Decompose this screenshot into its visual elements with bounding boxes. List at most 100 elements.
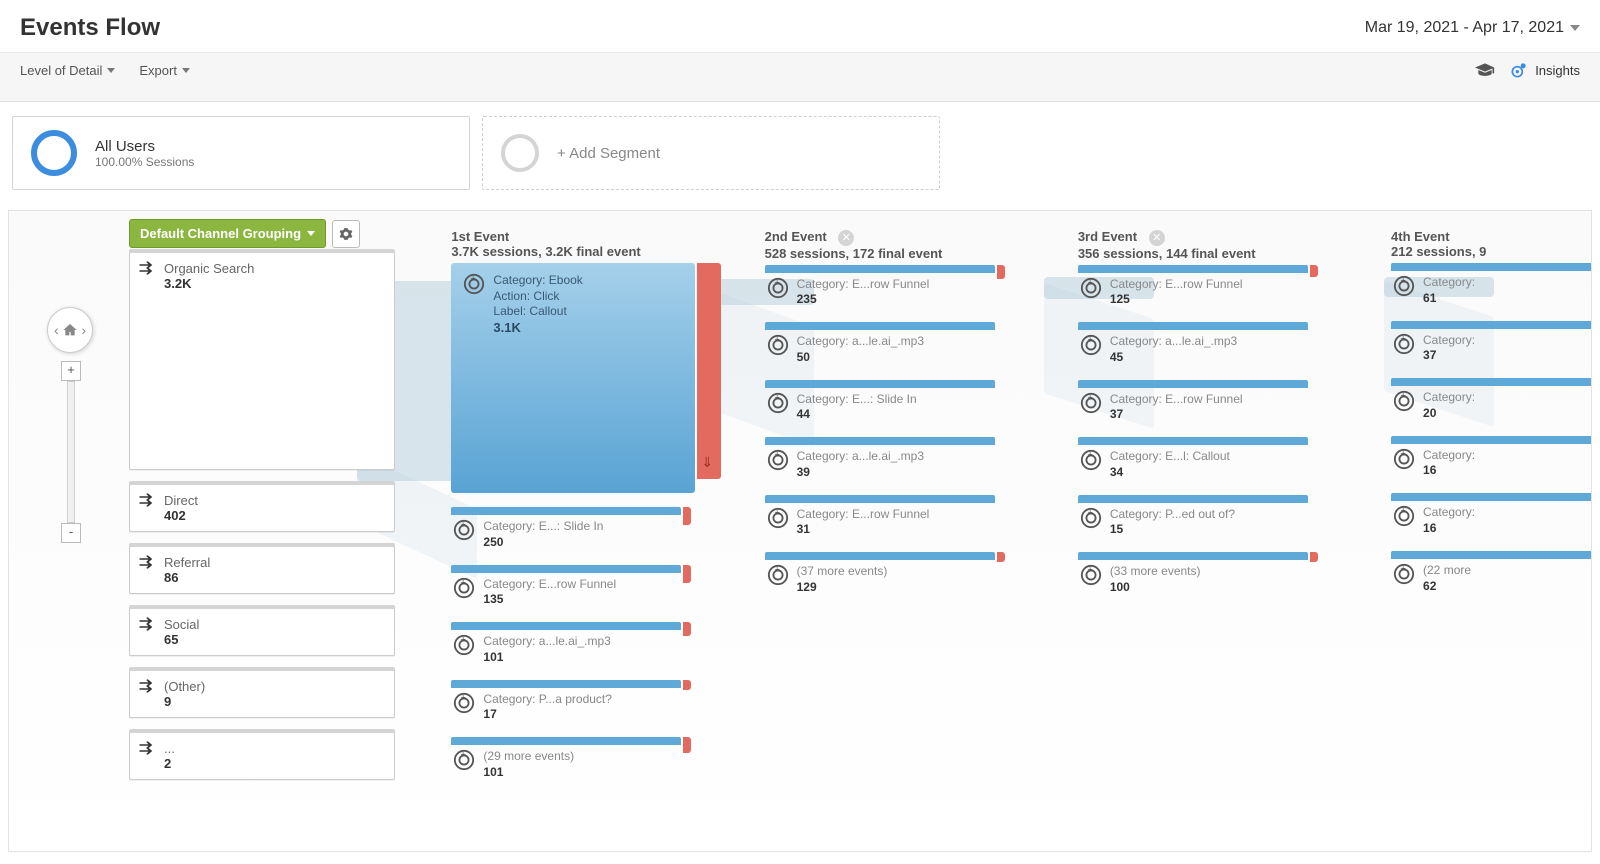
source-value: 9 xyxy=(164,694,384,709)
event-icon xyxy=(1080,507,1102,529)
event-node[interactable]: Category: P...a product?17 xyxy=(451,680,681,724)
event-value: 101 xyxy=(483,650,610,664)
remove-column-button[interactable]: ✕ xyxy=(838,230,854,246)
source-node[interactable]: (Other)9 xyxy=(129,670,395,718)
chevron-down-icon xyxy=(1570,25,1580,31)
education-icon[interactable] xyxy=(1475,63,1495,77)
zoom-in-button[interactable]: + xyxy=(61,361,81,381)
event-label: Category: xyxy=(1423,275,1475,291)
event-icon xyxy=(463,273,485,295)
remove-column-button[interactable]: ✕ xyxy=(1149,230,1165,246)
dimension-label: Default Channel Grouping xyxy=(140,226,301,241)
event-node[interactable]: Category: a...le.ai_.mp345 xyxy=(1078,322,1308,366)
event-node[interactable]: Category: a...le.ai_.mp339 xyxy=(765,437,995,481)
event-node[interactable]: Category: a...le.ai_.mp350 xyxy=(765,322,995,366)
event-node[interactable]: Category: E...row Funnel235 xyxy=(765,265,995,309)
event-value: 16 xyxy=(1423,521,1475,535)
event-label: Label: Callout xyxy=(493,304,582,320)
event-value: 45 xyxy=(1110,350,1237,364)
dimension-selector[interactable]: Default Channel Grouping xyxy=(129,219,326,248)
column-subtitle: 3.7K sessions, 3.2K final event xyxy=(451,244,640,259)
source-node[interactable]: Referral86 xyxy=(129,546,395,594)
event-value: 17 xyxy=(483,707,612,721)
source-label: Referral xyxy=(164,555,384,570)
event-label: Category: a...le.ai_.mp3 xyxy=(483,634,610,650)
event-icon xyxy=(1393,448,1415,470)
source-value: 2 xyxy=(164,756,384,771)
event-node[interactable]: Category: E...l: Callout34 xyxy=(1078,437,1308,481)
event-label: Category: xyxy=(1423,448,1475,464)
event-node[interactable]: Category: E...: Slide In250 xyxy=(451,507,681,551)
event-value: 135 xyxy=(483,592,616,606)
event-icon xyxy=(767,564,789,586)
add-segment-label: + Add Segment xyxy=(557,145,660,162)
event-node[interactable]: Category: E...row Funnel125 xyxy=(1078,265,1308,309)
column-subtitle: 212 sessions, 9 xyxy=(1391,244,1486,259)
date-range-picker[interactable]: Mar 19, 2021 - Apr 17, 2021 xyxy=(1365,19,1580,37)
event-node[interactable]: (22 more62 xyxy=(1391,551,1592,595)
event-icon xyxy=(1080,277,1102,299)
zoom-slider[interactable] xyxy=(67,381,75,523)
segment-all-users[interactable]: All Users 100.00% Sessions xyxy=(12,116,470,190)
event-icon xyxy=(767,392,789,414)
event-label: (22 more xyxy=(1423,563,1471,579)
event-icon xyxy=(767,334,789,356)
level-of-detail-menu[interactable]: Level of Detail xyxy=(20,63,115,78)
settings-button[interactable] xyxy=(332,220,360,248)
source-label: (Other) xyxy=(164,679,384,694)
source-node[interactable]: Organic Search3.2K xyxy=(129,252,395,470)
event-icon xyxy=(453,519,475,541)
event-node[interactable]: Category:37 xyxy=(1391,321,1592,365)
event-label: Category: E...row Funnel xyxy=(1110,392,1243,408)
event-value: 16 xyxy=(1423,463,1475,477)
event-column-1: 1st Event 3.7K sessions, 3.2K final even… xyxy=(451,219,764,851)
source-node[interactable]: Direct402 xyxy=(129,484,395,532)
export-menu[interactable]: Export xyxy=(139,63,190,78)
event-label: Category: E...row Funnel xyxy=(797,507,930,523)
column-title: 2nd Event xyxy=(765,229,827,244)
source-value: 65 xyxy=(164,632,384,647)
flow-canvas[interactable]: + - Default Channel Grouping Organic Sea… xyxy=(8,210,1592,852)
page-title: Events Flow xyxy=(20,14,160,42)
event-label: Category: P...a product? xyxy=(483,692,612,708)
event-value: 3.1K xyxy=(493,320,582,335)
event-icon xyxy=(453,634,475,656)
event-node[interactable]: Category: P...ed out of?15 xyxy=(1078,495,1308,539)
event-node[interactable]: (33 more events)100 xyxy=(1078,552,1308,596)
date-range-text: Mar 19, 2021 - Apr 17, 2021 xyxy=(1365,19,1564,37)
event-node[interactable]: Category: EbookAction: ClickLabel: Callo… xyxy=(451,263,681,493)
event-node[interactable]: Category: E...row Funnel135 xyxy=(451,565,681,609)
add-segment-button[interactable]: + Add Segment xyxy=(482,116,940,190)
event-value: 250 xyxy=(483,535,603,549)
dropoff-bar xyxy=(683,565,691,583)
source-node[interactable]: ...2 xyxy=(129,732,395,780)
event-value: 37 xyxy=(1423,348,1475,362)
event-node[interactable]: Category: E...row Funnel31 xyxy=(765,495,995,539)
event-label: Category: xyxy=(1423,333,1475,349)
event-icon xyxy=(1080,449,1102,471)
event-node[interactable]: Category: a...le.ai_.mp3101 xyxy=(451,622,681,666)
event-value: 50 xyxy=(797,350,924,364)
event-node[interactable]: Category:16 xyxy=(1391,436,1592,480)
event-node[interactable]: (29 more events)101 xyxy=(451,737,681,781)
column-title: 1st Event xyxy=(451,229,509,244)
dropoff-bar xyxy=(997,552,1005,562)
chevron-down-icon xyxy=(307,231,315,236)
event-node[interactable]: (37 more events)129 xyxy=(765,552,995,596)
insights-button[interactable]: Insights xyxy=(1509,60,1580,80)
event-column-3: 3rd Event ✕ 356 sessions, 144 final even… xyxy=(1078,219,1391,851)
source-node[interactable]: Social65 xyxy=(129,608,395,656)
home-button[interactable] xyxy=(47,307,93,353)
source-value: 402 xyxy=(164,508,384,523)
event-node[interactable]: Category: E...: Slide In44 xyxy=(765,380,995,424)
dropoff-bar xyxy=(683,737,691,753)
source-label: Social xyxy=(164,617,384,632)
event-node[interactable]: Category:20 xyxy=(1391,378,1592,422)
dropoff-bar xyxy=(997,265,1005,279)
event-node[interactable]: Category:61 xyxy=(1391,263,1592,307)
zoom-out-button[interactable]: - xyxy=(61,523,81,543)
event-node[interactable]: Category: E...row Funnel37 xyxy=(1078,380,1308,424)
arrow-icon xyxy=(138,493,156,507)
arrow-icon xyxy=(138,555,156,569)
event-node[interactable]: Category:16 xyxy=(1391,493,1592,537)
